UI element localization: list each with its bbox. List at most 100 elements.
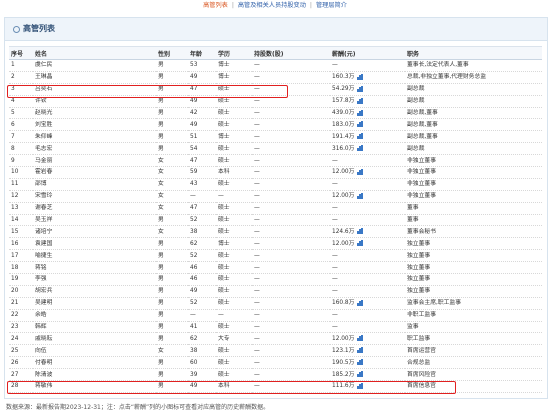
nav-link-executive-list[interactable]: 高管列表 [203,2,228,9]
education-value: 博士 [218,240,230,247]
table-row: 9 马金丽 女 47 硕士 — — 非独立董事 [9,154,542,168]
cell-name: 谢春芝 [33,202,156,215]
name-value: 赵晓光 [35,110,53,116]
nav-link-shareholding-changes[interactable]: 高管及相关人员持股变动 [238,2,306,9]
salary-chart-icon[interactable] [357,335,363,342]
gender-value: 女 [158,205,164,212]
salary-value: 316.0万 [332,145,355,152]
salary-chart-icon[interactable] [357,371,363,378]
table-row: 8 毛志宏 男 54 硕士 — 316.0万 副总裁 [9,142,542,156]
index-value: 26 [11,359,19,366]
salary-chart-icon[interactable] [357,347,363,354]
cell-position: 非独立董事 [405,154,542,168]
position-value: 非独立董事 [407,193,436,200]
salary-chart-icon[interactable] [357,97,363,104]
cell-shares: — [252,107,330,120]
salary-chart-icon[interactable] [357,73,363,80]
cell-index: 14 [9,214,33,227]
cell-shares: — [252,83,330,96]
cell-salary: — [330,273,405,286]
name-value: 虞仁民 [35,62,53,69]
salary-chart-icon[interactable] [357,228,363,235]
cell-education: 大专 [216,332,252,346]
cell-name: 马金丽 [33,154,156,168]
table-row: 6 刘宝胜 男 49 硕士 — 183.0万 副总裁,董事 [9,118,542,132]
salary-chart-icon[interactable] [357,240,363,247]
cell-shares: — [252,95,330,108]
cell-age: 52 [188,249,216,263]
education-value: 硕士 [218,217,230,224]
shares-value: — [254,371,260,378]
age-value: 49 [190,288,198,295]
index-value: 25 [11,347,19,354]
age-value: 62 [190,335,198,342]
position-value: 首席风险官 [407,371,436,378]
position-value: 副总裁 [407,98,425,105]
cell-index: 1 [9,59,33,72]
col-header-name: 姓名 [33,46,156,60]
cell-gender: 女 [156,225,188,239]
cell-salary: 12.00万 [330,166,405,179]
salary-chart-icon[interactable] [357,133,363,140]
cell-salary: — [330,202,405,215]
cell-education: 硕士 [216,368,252,382]
gender-value: 男 [158,264,164,271]
nav-link-management-profile[interactable]: 管理层简介 [316,2,347,9]
salary-chart-icon[interactable] [357,359,363,366]
table-row: 24 戚晓耘 男 62 大专 — 12.00万 职工监事 [9,332,542,346]
cell-position: 独立董事 [405,285,542,298]
salary-chart-icon[interactable] [357,121,363,128]
cell-gender: 男 [156,297,188,310]
index-value: 4 [11,98,15,105]
cell-education: 硕士 [216,154,252,168]
cell-age: 42 [188,107,216,120]
education-value: 硕士 [218,86,230,93]
education-value: 硕士 [218,181,230,188]
cell-name: 蒋敏伟 [33,380,156,393]
cell-salary: — [330,178,405,191]
salary-chart-icon[interactable] [357,192,363,199]
age-value: 42 [190,110,198,116]
name-value: 喻捷生 [35,252,53,259]
cell-shares: — [252,237,330,251]
salary-value: — [332,157,338,164]
cell-salary: — [330,285,405,298]
position-value: 监事 [407,324,419,331]
name-value: 许钦 [35,98,47,105]
shares-value: — [254,86,260,93]
cell-name: 胡宏兵 [33,285,156,298]
salary-chart-icon[interactable] [357,382,363,389]
salary-chart-icon[interactable] [357,85,363,92]
education-value: 本科 [218,169,230,176]
cell-salary: 54.29万 [330,83,405,96]
col-header-index: 序号 [9,46,33,60]
nav-separator: | [309,2,312,9]
shares-value: — [254,110,260,116]
table-row: 23 韩辉 男 41 硕士 — — 监事 [9,321,542,334]
salary-chart-icon[interactable] [357,168,363,175]
cell-gender: 男 [156,142,188,156]
education-value: 硕士 [218,359,230,366]
table-row: 28 蒋敏伟 男 49 本科 — 111.6万 首席信息官 [9,380,542,393]
salary-chart-icon[interactable] [357,109,363,116]
age-value: 49 [190,74,198,81]
executive-table: 序号 姓名 性别 年龄 学历 持股数(股) 薪酬(元) 职务 1 虞仁民男 53 博士… [9,46,542,393]
cell-position: 董事 [405,214,542,227]
table-row: 27 陈清波 男 39 硕士 — 185.2万 首席风险官 [9,368,542,382]
cell-shares: — [252,368,330,382]
salary-chart-icon[interactable] [357,299,363,306]
cell-position: 合规总监 [405,356,542,370]
cell-age: — [188,190,216,203]
cell-shares: — [252,309,330,322]
cell-position: 独立董事 [405,261,542,275]
col-header-age: 年龄 [188,46,216,60]
salary-chart-icon[interactable] [357,145,363,152]
cell-salary: 123.1万 [330,344,405,358]
cell-shares: — [252,166,330,179]
cell-gender: 男 [156,130,188,144]
cell-salary: 439.0万 [330,107,405,120]
cell-gender: 男 [156,237,188,251]
age-value: 46 [190,276,198,283]
salary-value: 157.8万 [332,98,355,105]
cell-salary: 191.4万 [330,130,405,144]
